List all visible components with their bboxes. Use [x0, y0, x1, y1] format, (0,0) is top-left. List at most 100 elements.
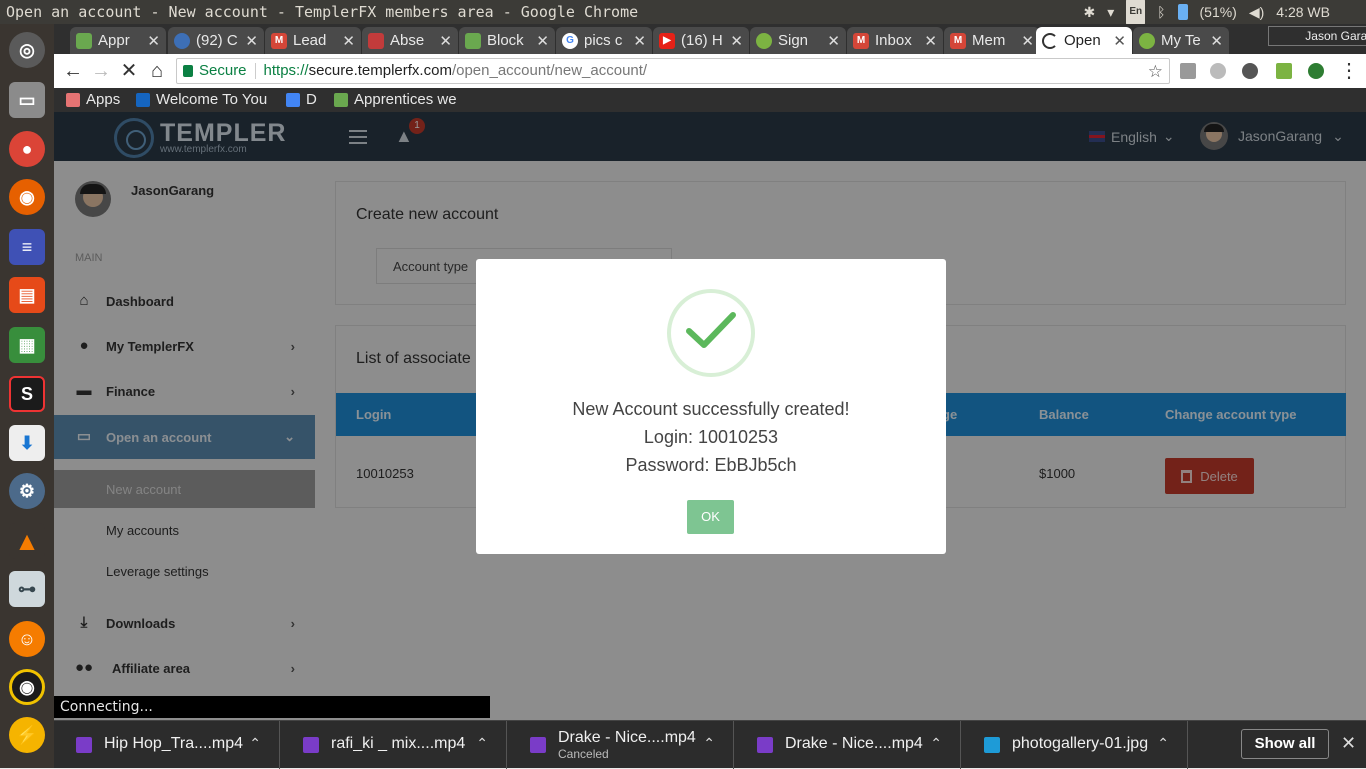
bookmark-welcome[interactable]: Welcome To You — [136, 91, 267, 108]
close-tab-icon[interactable]: ✕ — [147, 32, 160, 50]
files-icon[interactable]: ▭ — [9, 82, 45, 118]
bookmark-apprentices[interactable]: Apprentices we — [334, 91, 457, 108]
forward-icon[interactable]: → — [90, 61, 112, 83]
close-tab-icon[interactable]: ✕ — [342, 32, 355, 50]
chevron-up-icon[interactable]: ⌃ — [930, 735, 942, 752]
chevron-up-icon[interactable]: ⌃ — [703, 735, 715, 752]
slack-icon[interactable]: S — [9, 376, 45, 412]
close-tab-icon[interactable]: ✕ — [536, 32, 549, 50]
close-tab-icon[interactable]: ✕ — [1210, 32, 1223, 50]
tab-4[interactable]: Abse ✕ — [362, 27, 458, 54]
writer-icon[interactable]: ≡ — [9, 229, 45, 265]
ubuntu-dash-icon[interactable]: ◎ — [9, 32, 45, 68]
download-item[interactable]: Drake - Nice....mp4 Canceled ⌃ — [508, 721, 734, 769]
chevron-up-icon[interactable]: ⌃ — [1157, 735, 1169, 752]
bookmark-star-icon[interactable]: ☆ — [1148, 60, 1163, 84]
download-item[interactable]: Drake - Nice....mp4 ⌃ — [735, 721, 961, 769]
page-viewport: TEMPLER www.templerfx.com ▲ 1 English ⌄ … — [54, 112, 1366, 768]
battery-percent[interactable]: (51%) — [1200, 0, 1237, 24]
video-file-icon — [303, 737, 319, 753]
extension-icon[interactable] — [1308, 63, 1324, 79]
chevron-up-icon[interactable]: ⌃ — [476, 735, 488, 752]
settings-tray-icon[interactable]: ✱ — [1084, 0, 1096, 24]
login-info: Login: 10010253 — [643, 427, 779, 447]
vlc-icon[interactable]: ▲ — [9, 523, 45, 559]
power-icon[interactable]: ⚡ — [9, 717, 45, 753]
bookmark-apps[interactable]: Apps — [66, 91, 120, 108]
rhythmbox-icon[interactable]: ◉ — [9, 669, 45, 705]
tab-2[interactable]: (92) C ✕ — [168, 27, 264, 54]
tab-favicon-icon — [76, 32, 92, 49]
gmail-icon: M — [271, 32, 287, 49]
system-tray: ✱ ▾ En ᛒ (51%) ◀) 4:28 WB — [1084, 0, 1366, 25]
calc-icon[interactable]: ▦ — [9, 327, 45, 363]
tab-5[interactable]: Block ✕ — [459, 27, 555, 54]
toggle-settings-icon[interactable]: ⊶ — [9, 571, 45, 607]
keyboard-layout-indicator[interactable]: En — [1126, 0, 1146, 25]
menu-dots-icon[interactable]: ⋮ — [1338, 61, 1360, 83]
profile-button[interactable]: Jason Garang — [1268, 26, 1366, 46]
success-dialog: New Account successfully created! Login:… — [476, 259, 946, 554]
tab-8[interactable]: Sign ✕ — [750, 27, 846, 54]
close-tab-icon[interactable]: ✕ — [827, 32, 840, 50]
close-tab-icon[interactable]: ✕ — [924, 32, 937, 50]
tab-6[interactable]: Gpics c ✕ — [556, 27, 652, 54]
close-tab-icon[interactable]: ✕ — [1113, 32, 1126, 50]
ok-button[interactable]: OK — [687, 500, 734, 534]
tab-10[interactable]: M Mem ✕ — [944, 27, 1040, 54]
impress-icon[interactable]: ▤ — [9, 277, 45, 313]
bluetooth-icon[interactable]: ᛒ — [1157, 0, 1165, 24]
close-tab-icon[interactable]: ✕ — [1021, 32, 1034, 50]
clock[interactable]: 4:28 WB — [1276, 0, 1330, 24]
extension-icon[interactable] — [1242, 63, 1258, 79]
download-item[interactable]: rafi_ki _ mix....mp4 ⌃ — [281, 721, 507, 769]
tab-strip: Appr ✕ (92) C ✕ M Lead ✕ Abse ✕ Block ✕ Gpics … — [54, 24, 1366, 54]
back-icon[interactable]: ← — [62, 61, 84, 83]
show-all-button[interactable]: Show all — [1241, 729, 1329, 759]
home-icon[interactable]: ⌂ — [146, 61, 168, 83]
battery-icon[interactable] — [1177, 4, 1188, 20]
unity-launcher: ◎ ▭ ● ◉ ≡ ▤ ▦ S ⬇ ⚙ ▲ ⊶ ☺ ◉ ⚡ — [0, 24, 54, 768]
close-tab-icon[interactable]: ✕ — [439, 32, 452, 50]
close-tab-icon[interactable]: ✕ — [730, 32, 743, 50]
close-tab-icon[interactable]: ✕ — [245, 32, 258, 50]
bookmark-docs[interactable]: D — [286, 91, 317, 108]
tab-7[interactable]: ▶ (16) H ✕ — [653, 27, 749, 54]
browser-toolbar: ← → ✕ ⌂ Secure https://secure.templerfx.… — [54, 54, 1366, 88]
password-info: Password: EbBJb5ch — [625, 455, 797, 475]
firefox-icon[interactable]: ◉ — [9, 179, 45, 215]
download-extension-icon[interactable] — [1276, 63, 1292, 79]
success-message: New Account successfully created! — [572, 399, 850, 419]
software-center-icon[interactable]: ⬇ — [9, 425, 45, 461]
tab-1[interactable]: Appr ✕ — [70, 27, 166, 54]
wifi-icon[interactable]: ▾ — [1107, 0, 1114, 24]
scratch-icon[interactable]: ☺ — [9, 621, 45, 657]
tab-3[interactable]: M Lead ✕ — [265, 27, 361, 54]
download-shelf: Hip Hop_Tra....mp4 ⌃ rafi_ki _ mix....mp… — [54, 720, 1366, 769]
tab-favicon-icon — [756, 32, 772, 49]
download-item[interactable]: Hip Hop_Tra....mp4 ⌃ — [54, 721, 280, 769]
close-tab-icon[interactable]: ✕ — [633, 32, 646, 50]
stop-loading-icon[interactable]: ✕ — [118, 61, 140, 83]
bookmarks-bar: Apps Welcome To You D Apprentices we — [54, 88, 1366, 112]
address-bar[interactable]: Secure https://secure.templerfx.com/open… — [176, 58, 1170, 84]
extension-icon[interactable] — [1180, 63, 1196, 79]
youtube-icon: ▶ — [659, 32, 675, 49]
gmail-icon: M — [853, 32, 869, 49]
system-settings-icon[interactable]: ⚙ — [9, 473, 45, 509]
google-icon: G — [562, 32, 578, 49]
url-scheme: https:// — [263, 62, 309, 79]
tab-12[interactable]: My Te ✕ — [1133, 27, 1229, 54]
docs-icon — [286, 92, 300, 107]
volume-icon[interactable]: ◀) — [1249, 0, 1264, 24]
extension-icon[interactable] — [1210, 63, 1226, 79]
chevron-up-icon[interactable]: ⌃ — [249, 735, 261, 752]
image-file-icon — [984, 737, 1000, 753]
video-file-icon — [76, 737, 92, 753]
tab-active[interactable]: Open ✕ — [1036, 27, 1132, 54]
tab-9[interactable]: M Inbox ✕ — [847, 27, 943, 54]
close-icon[interactable]: ✕ — [1341, 733, 1356, 754]
video-file-icon — [757, 737, 773, 753]
chrome-icon[interactable]: ● — [9, 131, 45, 167]
download-item[interactable]: photogallery-01.jpg ⌃ — [962, 721, 1188, 769]
